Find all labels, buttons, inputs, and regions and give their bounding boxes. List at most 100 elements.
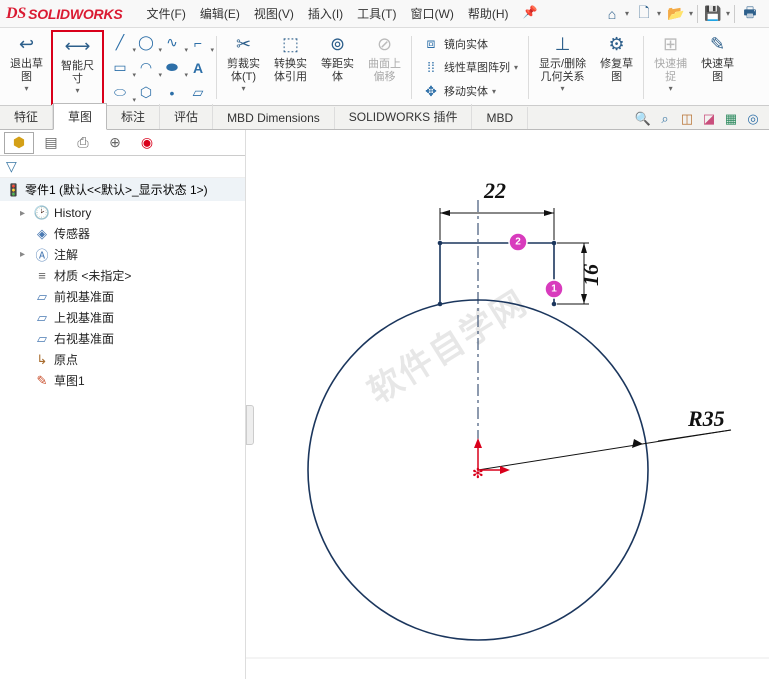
- dimension-icon: ⟷: [67, 36, 89, 58]
- plane-icon: ▱: [34, 289, 50, 305]
- menu-help[interactable]: 帮助(H): [462, 1, 515, 26]
- menu-insert[interactable]: 插入(I): [302, 1, 349, 26]
- tree-sensors[interactable]: ◈ 传感器: [6, 223, 245, 244]
- dropdown-icon[interactable]: ▾: [561, 84, 565, 94]
- menu-file[interactable]: 文件(F): [141, 1, 192, 26]
- view-cube-icon[interactable]: ◫: [677, 109, 697, 129]
- tree-right-plane[interactable]: ▱ 右视基准面: [6, 328, 245, 349]
- convert-entities-button[interactable]: ⬚ 转换实 体引用: [268, 30, 313, 105]
- tree-origin[interactable]: ↳ 原点: [6, 349, 245, 370]
- tree-top-plane[interactable]: ▱ 上视基准面: [6, 307, 245, 328]
- tab-evaluate[interactable]: 评估: [160, 104, 213, 129]
- filter-icon[interactable]: ▽: [6, 158, 17, 175]
- save-icon[interactable]: 💾: [702, 3, 724, 25]
- tree-history[interactable]: ▸ 🕑 History: [6, 203, 245, 223]
- sketch-tools-grid: ╱▾ ◯▾ ∿▾ ⌐▾ ▭▾ ◠▾ ⬬▾ A ⬭▾ ⬡ • ▱: [106, 30, 212, 105]
- plane-icon: ▱: [34, 310, 50, 326]
- menu-view[interactable]: 视图(V): [248, 1, 300, 26]
- exit-sketch-button[interactable]: ↩ 退出草 图 ▾: [4, 30, 49, 105]
- dropdown-icon[interactable]: ▾: [726, 9, 730, 18]
- arc-tool-icon[interactable]: ◠▾: [136, 58, 156, 78]
- sketch-point[interactable]: [552, 241, 557, 246]
- plane-icon: ▱: [34, 331, 50, 347]
- open-icon[interactable]: 📂: [665, 3, 687, 25]
- zoom-fit-icon[interactable]: 🔍: [633, 109, 653, 129]
- display-style-icon[interactable]: ▦: [721, 109, 741, 129]
- tree-root[interactable]: 🚦 零件1 (默认<<默认>_显示状态 1>): [0, 178, 245, 201]
- command-tabs: 特征 草图 标注 评估 MBD Dimensions SOLIDWORKS 插件…: [0, 106, 769, 130]
- plane-tool-icon[interactable]: ▱: [188, 83, 208, 103]
- dropdown-icon[interactable]: ▾: [75, 86, 79, 96]
- print-icon[interactable]: 🖶: [739, 3, 761, 25]
- tab-addins[interactable]: SOLIDWORKS 插件: [335, 104, 473, 129]
- sketch-point[interactable]: [438, 302, 443, 307]
- move-entities-button[interactable]: ✥ 移动实体 ▾: [418, 80, 522, 102]
- dimension-radius[interactable]: R35: [478, 406, 731, 470]
- tree-front-plane[interactable]: ▱ 前视基准面: [6, 286, 245, 307]
- dropdown-icon[interactable]: ▾: [689, 9, 693, 18]
- trim-button[interactable]: ✂ 剪裁实 体(T) ▾: [221, 30, 266, 105]
- callout-marker-1[interactable]: 1: [545, 280, 563, 298]
- tab-mbd-dimensions[interactable]: MBD Dimensions: [213, 107, 335, 129]
- tab-mbd[interactable]: MBD: [472, 107, 528, 129]
- tab-feature[interactable]: 特征: [0, 104, 53, 129]
- convert-icon: ⬚: [280, 34, 302, 56]
- dropdown-icon[interactable]: ▾: [241, 84, 245, 94]
- text-tool-icon[interactable]: A: [188, 58, 208, 78]
- menu-tools[interactable]: 工具(T): [351, 1, 402, 26]
- expand-icon[interactable]: ▸: [20, 249, 30, 260]
- spline-tool-icon[interactable]: ∿▾: [162, 33, 182, 53]
- appearance-tab-icon[interactable]: ◉: [132, 132, 162, 154]
- repair-sketch-button[interactable]: ⚙ 修复草 图: [594, 30, 639, 105]
- line-tool-icon[interactable]: ╱▾: [110, 33, 130, 53]
- section-view-icon[interactable]: ◪: [699, 109, 719, 129]
- tab-sketch[interactable]: 草图: [53, 103, 107, 130]
- dropdown-icon[interactable]: ▾: [24, 84, 28, 94]
- tree-annotations[interactable]: ▸ Ⓐ 注解: [6, 244, 245, 265]
- offset-entities-button[interactable]: ⊚ 等距实 体: [315, 30, 360, 105]
- smart-dimension-button[interactable]: ⟷ 智能尺 寸 ▾: [55, 32, 100, 103]
- ellipse-tool-icon[interactable]: ⬬▾: [162, 58, 182, 78]
- sketch-point[interactable]: [438, 241, 443, 246]
- quick-sketch-button[interactable]: ✎ 快速草 图: [695, 30, 740, 105]
- linear-pattern-button[interactable]: ⁞⁞ 线性草图阵列 ▾: [418, 56, 522, 78]
- circle-tool-icon[interactable]: ◯▾: [136, 33, 156, 53]
- mirror-button[interactable]: ⧈ 镜向实体: [418, 33, 522, 55]
- move-icon: ✥: [422, 82, 440, 100]
- rect-tool-icon[interactable]: ▭▾: [110, 58, 130, 78]
- fillet-tool-icon[interactable]: ⌐▾: [188, 33, 208, 53]
- config-tab-icon[interactable]: ⎙: [68, 132, 98, 154]
- tree-sketch1[interactable]: ✎ 草图1: [6, 370, 245, 391]
- menu-window[interactable]: 窗口(W): [405, 1, 460, 26]
- sensor-icon: ◈: [34, 226, 50, 242]
- property-tab-icon[interactable]: ▤: [36, 132, 66, 154]
- show-relations-button[interactable]: ⊥ 显示/删除 几何关系 ▾: [533, 30, 592, 105]
- polygon-tool-icon[interactable]: ⬡: [136, 83, 156, 103]
- callout-marker-2[interactable]: 2: [509, 233, 527, 251]
- tab-annotate[interactable]: 标注: [107, 104, 160, 129]
- dropdown-icon[interactable]: ▾: [514, 63, 518, 72]
- svg-text:2: 2: [515, 237, 521, 248]
- dropdown-icon[interactable]: ▾: [625, 9, 629, 18]
- dimension-height[interactable]: 16: [557, 243, 603, 304]
- menu-pin-icon[interactable]: 📌: [517, 1, 544, 26]
- expand-icon[interactable]: ▸: [20, 208, 30, 219]
- hide-show-icon[interactable]: ◎: [743, 109, 763, 129]
- menu-edit[interactable]: 编辑(E): [194, 1, 246, 26]
- new-icon[interactable]: 🗋: [633, 3, 655, 25]
- zoom-area-icon[interactable]: ⌕: [655, 109, 675, 129]
- menu-bar: 文件(F) 编辑(E) 视图(V) 插入(I) 工具(T) 窗口(W) 帮助(H…: [141, 1, 544, 26]
- traffic-light-icon: 🚦: [6, 183, 21, 197]
- graphics-area[interactable]: 软件自学网 22: [246, 130, 769, 679]
- slot-tool-icon[interactable]: ⬭▾: [110, 83, 130, 103]
- dimension-width[interactable]: 22: [440, 178, 554, 240]
- sketch-point[interactable]: [552, 302, 557, 307]
- dropdown-icon[interactable]: ▾: [657, 9, 661, 18]
- dropdown-icon[interactable]: ▾: [492, 87, 496, 96]
- point-tool-icon[interactable]: •: [162, 83, 182, 103]
- tree-material[interactable]: ≡ 材质 <未指定>: [6, 265, 245, 286]
- home-icon[interactable]: ⌂: [601, 3, 623, 25]
- display-tab-icon[interactable]: ⊕: [100, 132, 130, 154]
- feature-tree-tab-icon[interactable]: ⬢: [4, 132, 34, 154]
- origin-marker[interactable]: ✻: [472, 438, 510, 481]
